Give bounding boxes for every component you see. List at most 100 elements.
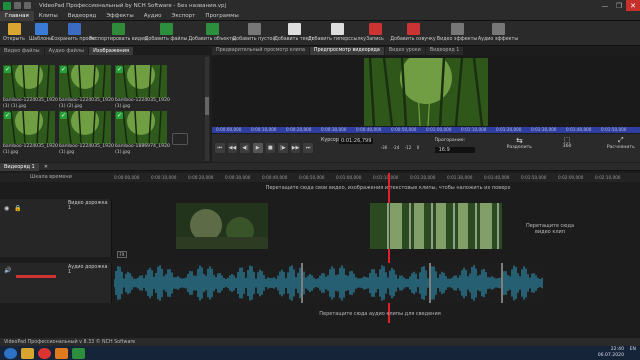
quick-access-icon[interactable]	[14, 2, 21, 9]
meter-mark: -36	[380, 145, 388, 150]
step-forward-button[interactable]: |▶	[278, 143, 288, 153]
toolbar-add-files-button[interactable]: Добавить файлы	[142, 21, 190, 45]
save-icon	[67, 23, 81, 35]
check-icon: ✓	[116, 112, 123, 119]
split-label: Разделить	[506, 145, 532, 150]
fx-button[interactable]: FX	[117, 251, 127, 258]
close-sequence-icon[interactable]: ✕	[40, 164, 52, 170]
image-clips[interactable]	[370, 203, 502, 249]
templates-icon	[34, 23, 48, 35]
ruler-tick: 0:00:50,000	[391, 127, 417, 132]
menu-sequence[interactable]: Видеоряд	[63, 11, 102, 21]
ruler-tick: 0:00:40,000	[356, 127, 382, 132]
skip-start-button[interactable]: ⏮	[215, 143, 225, 153]
toolbar-video-effects-button[interactable]: Видео эффекты	[436, 21, 478, 45]
tab-sequence-1[interactable]: Видеоряд 1	[425, 47, 464, 55]
taskbar: EN 22:40 06.07.2020	[0, 346, 640, 360]
playback-rate-label: Прогорание:	[434, 138, 466, 143]
media-thumbnail[interactable]: ✓ bamboo-1224035_1920 (1) (2).jpg	[59, 65, 114, 109]
next-frame-button[interactable]: ▶▶	[290, 143, 301, 153]
media-thumbnail[interactable]: ✓ bamboo-1224035_1920 (1).jpg	[59, 111, 114, 155]
close-button[interactable]: ✕	[626, 0, 640, 11]
tab-sequence[interactable]: Видеоряд 1	[0, 162, 39, 171]
ruler-tick: 0:01:50,000	[601, 127, 627, 132]
split-icon: ⇆	[515, 136, 523, 145]
videopad-icon[interactable]	[72, 347, 85, 359]
video-track-name: Видео дорожка 1	[68, 201, 108, 211]
media-thumbnail[interactable]: ✓ bamboo-1886974_1920 (1).jpg	[115, 111, 170, 155]
video-clip[interactable]	[176, 203, 268, 249]
toolbar-record-button[interactable]: Запись	[360, 21, 390, 45]
toolbar-add-objects-button[interactable]: Добавить объекты	[188, 21, 236, 45]
media-thumbnail[interactable]: ✓ bamboo-1224035_1920 (1).jpg	[115, 65, 170, 109]
tab-audio-files[interactable]: Аудио файлы	[44, 47, 89, 55]
minimize-button[interactable]: —	[598, 0, 612, 11]
check-icon: ✓	[116, 66, 123, 73]
toolbar-label: Запись	[366, 37, 384, 42]
meter-mark: 0	[416, 145, 420, 150]
menu-effects[interactable]: Эффекты	[101, 11, 139, 21]
preview-frame	[364, 58, 488, 126]
link-icon	[330, 23, 344, 35]
chrome-icon[interactable]	[38, 347, 51, 359]
preview-ruler[interactable]: 0:00:00,000 0:00:10,000 0:00:20,000 0:00:30…	[212, 127, 640, 133]
clock-date[interactable]: 06.07.2020	[598, 353, 624, 359]
unlink-button[interactable]: ⤢ Расчленить	[602, 136, 640, 160]
cursor-time-value[interactable]: 0:01:26,799	[339, 138, 374, 144]
stop-button[interactable]: ■	[265, 143, 276, 153]
toolbar-label: Экспортировать видео	[89, 37, 147, 42]
media-thumbnail[interactable]: ✓ bamboo-1224035_1920 (1).jpg	[3, 111, 58, 155]
menu-export[interactable]: Экспорт	[166, 11, 200, 21]
timescale-tick: 0:00:00,000	[114, 175, 140, 180]
toolbar-folder-button[interactable]: Открыть	[0, 21, 28, 45]
time-scale[interactable]: Шкала времени 0:00:00,000 0:00:10,000 0:00…	[0, 173, 640, 182]
menu-home[interactable]: Главная	[0, 10, 34, 21]
language-indicator[interactable]: EN	[630, 347, 636, 353]
step-back-button[interactable]: ◀|	[240, 143, 250, 153]
thumbnail-caption: bamboo-1224035_1920 (1).jpg	[115, 98, 170, 109]
media-player-icon[interactable]	[55, 347, 68, 359]
check-icon: ✓	[4, 66, 11, 73]
vr-button[interactable]: ⬚ 360	[555, 136, 580, 160]
video-drop-hint: Перетащите сюда видео клип	[525, 223, 575, 235]
preview-panel: Предварительный просмотр клипа Предпросм…	[212, 47, 640, 162]
volume-slider[interactable]	[16, 275, 56, 278]
overlay-drop-hint: Перетащите сюда свои видео, изображения …	[265, 185, 511, 191]
eye-icon[interactable]: ◉	[4, 205, 9, 212]
speaker-icon[interactable]: 🔊	[4, 267, 11, 274]
ribbon-toolbar: Открыть Шаблоны Сохранить проект Экспортиро…	[0, 21, 640, 46]
toolbar-add-blank-button[interactable]: Добавить пустой	[232, 21, 276, 45]
toolbar-label: Аудио эффекты	[477, 37, 519, 42]
tab-images[interactable]: Изображения	[89, 47, 133, 55]
toolbar-save-button[interactable]: Сохранить проект	[51, 21, 97, 45]
toolbar-label: Видео эффекты	[436, 37, 478, 42]
thumbnail-caption: bamboo-1224035_1920 (1) (1).jpg	[3, 98, 58, 109]
aspect-select[interactable]: 16:9	[434, 147, 475, 153]
menu-audio[interactable]: Аудио	[139, 11, 167, 21]
explorer-icon[interactable]	[21, 347, 34, 359]
quick-access-icon[interactable]	[24, 2, 31, 9]
split-button[interactable]: ⇆ Разделить	[500, 136, 538, 160]
tab-video-files[interactable]: Видео файлы	[0, 47, 44, 55]
toolbar-label: Добавить файлы	[144, 37, 188, 42]
menu-clips[interactable]: Клипы	[34, 11, 63, 21]
start-button[interactable]	[4, 347, 17, 359]
record-icon	[368, 23, 382, 35]
prev-frame-button[interactable]: ◀◀	[227, 143, 238, 153]
add-files-icon	[159, 23, 173, 35]
toolbar-link-button[interactable]: Добавить гиперссылку	[308, 21, 366, 45]
menu-programs[interactable]: Программы	[200, 11, 243, 21]
skip-end-button[interactable]: ⏭	[303, 143, 313, 153]
tab-video-lessons[interactable]: Видео уроки	[384, 47, 425, 55]
audio-waveform[interactable]	[114, 263, 544, 303]
tab-clip-preview[interactable]: Предварительный просмотр клипа	[212, 47, 309, 55]
play-button[interactable]: ▶	[252, 143, 263, 153]
bin-scrollbar[interactable]	[205, 57, 209, 161]
maximize-button[interactable]: ❐	[612, 0, 626, 11]
toolbar-export-button[interactable]: Экспортировать видео	[89, 21, 147, 45]
toolbar-audio-effects-button[interactable]: Аудио эффекты	[478, 21, 518, 45]
lock-icon[interactable]: 🔒	[14, 205, 21, 212]
tab-sequence-preview[interactable]: Предпросмотр видеоряда	[309, 47, 384, 55]
media-thumbnail[interactable]: ✓ bamboo-1224035_1920 (1) (1).jpg	[3, 65, 58, 109]
toolbar-narration-button[interactable]: Добавить озвучку	[390, 21, 436, 45]
